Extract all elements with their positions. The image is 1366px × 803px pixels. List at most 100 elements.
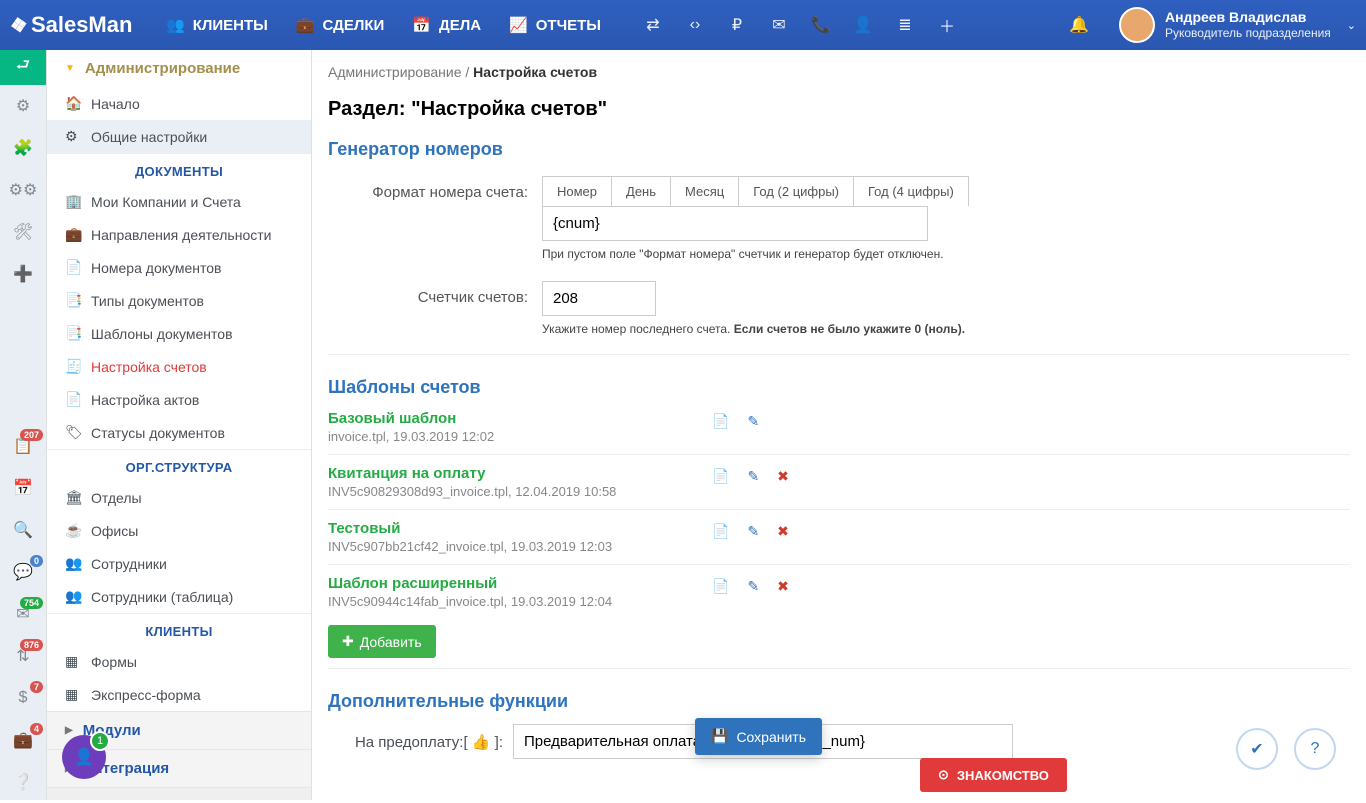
tab-day[interactable]: День bbox=[612, 177, 671, 206]
tour-button[interactable]: ⊙ЗНАКОМСТВО bbox=[920, 758, 1067, 792]
user-menu[interactable]: Андреев Владислав Руководитель подраздел… bbox=[1119, 7, 1356, 43]
view-icon[interactable]: 📄 bbox=[712, 578, 729, 595]
sidebar-forms[interactable]: ▦ Формы bbox=[47, 645, 311, 678]
save-button[interactable]: 💾Сохранить bbox=[695, 718, 822, 755]
sidebar-doc-status[interactable]: 🏷Статусы документов bbox=[47, 416, 311, 449]
tab-number[interactable]: Номер bbox=[543, 177, 612, 206]
ruble-icon[interactable]: ₽ bbox=[725, 0, 749, 50]
rail-case[interactable]: 💼4 bbox=[0, 719, 46, 761]
group-docs: ДОКУМЕНТЫ bbox=[47, 153, 311, 185]
nav-tasks[interactable]: 📅ДЕЛА bbox=[398, 0, 495, 50]
nav-reports[interactable]: 📈ОТЧЕТЫ bbox=[495, 0, 615, 50]
sidebar-office[interactable]: ☕Офисы bbox=[47, 514, 311, 547]
sidebar-item-label: Шаблоны документов bbox=[91, 326, 233, 342]
brand-logo[interactable]: ❖ SalesMan bbox=[10, 12, 150, 38]
view-icon[interactable]: 📄 bbox=[712, 413, 729, 430]
left-rail: ⮐ ⚙ 🧩 ⚙⚙ 🛠 ➕ 📋207 📅 🔍 💬0 ✉754 ⇅876 $7 💼4… bbox=[0, 50, 47, 800]
delete-icon[interactable]: ✖ bbox=[777, 578, 789, 595]
nav-label: ОТЧЕТЫ bbox=[536, 17, 601, 34]
sidebar-doctpl[interactable]: 📑Шаблоны документов bbox=[47, 317, 311, 350]
userplus-icon[interactable]: 👤 bbox=[851, 0, 875, 50]
sidebar-invoice-settings[interactable]: 🧾Настройка счетов bbox=[47, 350, 311, 383]
sidebar-doctypes[interactable]: 📑Типы документов bbox=[47, 284, 311, 317]
user-name: Андреев Владислав bbox=[1165, 10, 1331, 25]
rail-help[interactable]: ❔ bbox=[0, 761, 46, 803]
counter-input[interactable] bbox=[542, 281, 656, 316]
rail-search[interactable]: 🔍 bbox=[0, 509, 46, 551]
fab-user[interactable]: 👤1 bbox=[62, 735, 106, 779]
rail-cal[interactable]: 📅 bbox=[0, 467, 46, 509]
nav-deals[interactable]: 💼СДЕЛКИ bbox=[282, 0, 398, 50]
delete-icon[interactable]: ✖ bbox=[777, 468, 789, 485]
sidebar-act-settings[interactable]: 📄Настройка актов bbox=[47, 383, 311, 416]
section-templates: Шаблоны счетов bbox=[312, 363, 1366, 404]
template-name[interactable]: Квитанция на оплату bbox=[328, 465, 712, 482]
rail-mail[interactable]: ✉754 bbox=[0, 593, 46, 635]
back-button[interactable]: ⮐ bbox=[0, 50, 46, 85]
shuffle-icon[interactable]: ⇄ bbox=[641, 0, 665, 50]
sidebar-item-label: Экспресс-форма bbox=[91, 687, 201, 703]
tour-icon: ⊙ bbox=[938, 767, 949, 783]
rail-chat[interactable]: 💬0 bbox=[0, 551, 46, 593]
sidebar-docnums[interactable]: 📄Номера документов bbox=[47, 251, 311, 284]
file-icon: 📄 bbox=[65, 259, 81, 276]
badge: 0 bbox=[30, 555, 43, 567]
sidebar-home[interactable]: 🏠Начало bbox=[47, 87, 311, 120]
delete-icon[interactable]: ✖ bbox=[777, 523, 789, 540]
sidebar-directions[interactable]: 💼Направления деятельности bbox=[47, 218, 311, 251]
rail-add[interactable]: ➕ bbox=[0, 253, 46, 295]
template-name[interactable]: Базовый шаблон bbox=[328, 410, 712, 427]
sidebar-service[interactable]: ▶Обслуживание bbox=[47, 787, 311, 800]
rail-money[interactable]: $7 bbox=[0, 677, 46, 719]
caret-icon: ▼ bbox=[65, 63, 75, 74]
sidebar-companies[interactable]: 🏢Мои Компании и Счета bbox=[47, 185, 311, 218]
rail-gear[interactable]: ⚙ bbox=[0, 85, 46, 127]
plus-icon[interactable]: ＋ bbox=[935, 0, 959, 50]
tab-year4[interactable]: Год (4 цифры) bbox=[854, 177, 968, 206]
share-icon[interactable]: ‹› bbox=[683, 0, 707, 50]
template-name[interactable]: Тестовый bbox=[328, 520, 712, 537]
badge: 7 bbox=[30, 681, 43, 693]
calendar-icon: 📅 bbox=[412, 16, 431, 34]
mail-icon[interactable]: ✉ bbox=[767, 0, 791, 50]
phone-icon[interactable]: 📞 bbox=[809, 0, 833, 50]
badge: 4 bbox=[30, 723, 43, 735]
thumbs-up-icon[interactable]: 👍 bbox=[472, 734, 491, 751]
rail-tools[interactable]: 🛠 bbox=[0, 211, 46, 253]
add-template-button[interactable]: ✚Добавить bbox=[328, 625, 436, 658]
briefcase-icon: 💼 bbox=[65, 226, 81, 243]
add-label: Добавить bbox=[360, 634, 422, 650]
fab-help[interactable]: ? bbox=[1294, 728, 1336, 770]
nav-clients[interactable]: 👥КЛИЕНТЫ bbox=[152, 0, 282, 50]
view-icon[interactable]: 📄 bbox=[712, 523, 729, 540]
sidebar-item-label: Формы bbox=[91, 654, 137, 670]
table-icon: ▦ bbox=[65, 653, 81, 670]
sidebar-general[interactable]: ⚙Общие настройки bbox=[47, 120, 311, 153]
edit-icon[interactable]: ✎ bbox=[747, 468, 759, 485]
crumb-root[interactable]: Администрирование bbox=[328, 64, 462, 80]
layers-icon[interactable]: ≣ bbox=[893, 0, 917, 50]
tab-month[interactable]: Месяц bbox=[671, 177, 739, 206]
sidebar-staff[interactable]: 👥Сотрудники bbox=[47, 547, 311, 580]
edit-icon[interactable]: ✎ bbox=[747, 523, 759, 540]
sidebar-staff-table[interactable]: 👥Сотрудники (таблица) bbox=[47, 580, 311, 613]
edit-icon[interactable]: ✎ bbox=[747, 413, 759, 430]
coffee-icon: ☕ bbox=[65, 522, 81, 539]
brand-icon: ❖ bbox=[8, 11, 30, 39]
sidebar-express[interactable]: ▦Экспресс-форма bbox=[47, 678, 311, 711]
rail-notes[interactable]: 📋207 bbox=[0, 425, 46, 467]
sidebar-dept[interactable]: 🏛Отделы bbox=[47, 481, 311, 514]
rail-cogs[interactable]: ⚙⚙ bbox=[0, 169, 46, 211]
bell-icon[interactable]: 🔔 bbox=[1069, 15, 1089, 35]
template-row: Шаблон расширенныйINV5c90944c14fab_invoi… bbox=[312, 569, 1366, 615]
sidebar-title[interactable]: ▼Администрирование bbox=[47, 50, 311, 87]
format-input[interactable] bbox=[542, 206, 928, 241]
tab-year2[interactable]: Год (2 цифры) bbox=[739, 177, 854, 206]
edit-icon[interactable]: ✎ bbox=[747, 578, 759, 595]
fab-check[interactable]: ✔ bbox=[1236, 728, 1278, 770]
rail-puzzle[interactable]: 🧩 bbox=[0, 127, 46, 169]
view-icon[interactable]: 📄 bbox=[712, 468, 729, 485]
template-name[interactable]: Шаблон расширенный bbox=[328, 575, 712, 592]
section-extra: Дополнительные функции bbox=[312, 677, 1366, 718]
rail-flow[interactable]: ⇅876 bbox=[0, 635, 46, 677]
